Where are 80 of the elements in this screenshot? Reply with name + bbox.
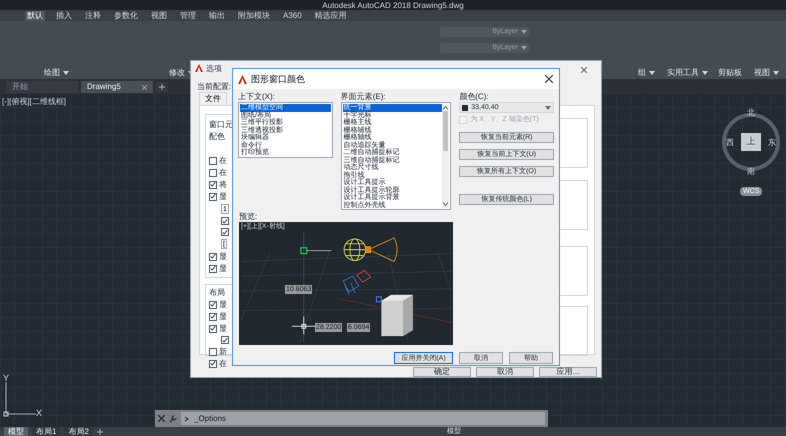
- ribbon-tab[interactable]: 管理: [178, 10, 198, 20]
- checkbox-label: 在: [219, 156, 227, 165]
- compass-label[interactable]: 东: [768, 138, 776, 146]
- preview-label: 预览:: [239, 212, 258, 221]
- dialog-title: 选项: [206, 64, 222, 72]
- app-logo-icon: [238, 74, 247, 84]
- list-label: 界面元素(E):: [340, 92, 387, 101]
- scroll-down-icon[interactable]: [443, 202, 448, 206]
- compass-label[interactable]: 西: [726, 138, 734, 146]
- dialog-title: 图形窗口颜色: [251, 74, 305, 84]
- checkbox[interactable]: [209, 348, 217, 356]
- scroll-up-icon[interactable]: [443, 106, 448, 110]
- dialog-button[interactable]: 确定: [413, 367, 471, 377]
- field-label: 颜色(C):: [459, 92, 490, 101]
- new-tab-button[interactable]: [156, 82, 168, 92]
- field-label: 配色: [209, 132, 226, 141]
- profile-label: 当前配置:: [197, 81, 232, 93]
- ribbon-tab[interactable]: A360: [281, 10, 304, 20]
- viewport-label[interactable]: [-][俯视][二维线框]: [2, 97, 66, 107]
- checkbox-label: 显: [219, 312, 227, 321]
- layout-tab[interactable]: 布局2: [64, 427, 93, 436]
- checkbox-label: 在: [219, 359, 227, 368]
- checkbox[interactable]: [209, 264, 217, 272]
- ribbon-panel-title[interactable]: 绘图: [44, 67, 69, 79]
- checkbox-label: 显: [219, 264, 227, 273]
- ribbon-panel-title[interactable]: 实用工具: [667, 67, 708, 79]
- plus-icon[interactable]: [96, 428, 103, 434]
- ribbon-panel-title[interactable]: 剪贴板: [718, 67, 742, 79]
- dialog-button[interactable]: 取消: [476, 367, 534, 377]
- document-tab[interactable]: Drawing5: [81, 81, 153, 93]
- checkbox[interactable]: [209, 168, 217, 176]
- close-icon[interactable]: [545, 75, 553, 83]
- options-tab[interactable]: 文件: [199, 92, 227, 106]
- checkbox-label: 显: [219, 192, 227, 201]
- checkbox[interactable]: [209, 192, 217, 200]
- checkbox[interactable]: [209, 180, 217, 188]
- plus-icon: [159, 84, 165, 90]
- layout-tab[interactable]: 布局1: [32, 427, 60, 436]
- checkbox[interactable]: [221, 228, 229, 236]
- checkbox[interactable]: [209, 360, 217, 368]
- viewcube-face[interactable]: 上: [741, 133, 761, 151]
- ribbon-tab[interactable]: 默认: [25, 10, 45, 20]
- checkbox-label: 显: [219, 324, 227, 333]
- caret-icon: [521, 30, 527, 34]
- checkbox[interactable]: [221, 217, 229, 225]
- ribbon-tab[interactable]: 输出: [207, 10, 227, 20]
- checkbox[interactable]: [209, 312, 217, 320]
- list-label: 上下文(X):: [238, 92, 276, 101]
- ribbon-tab[interactable]: 注释: [83, 10, 103, 20]
- app-logo-icon: [195, 64, 203, 72]
- checkbox-label: 新: [219, 347, 227, 356]
- ribbon-tab[interactable]: 参数化: [112, 10, 140, 20]
- checkbox-label: 显: [219, 300, 227, 309]
- caret-icon: [521, 46, 527, 50]
- ribbon-tab[interactable]: 附加模块: [236, 10, 272, 20]
- wrench-icon[interactable]: [169, 414, 177, 422]
- checkbox[interactable]: [209, 156, 217, 164]
- compass-label[interactable]: 南: [747, 167, 755, 176]
- checkbox[interactable]: [209, 324, 217, 332]
- window-title: Autodesk AutoCAD 2018 Drawing5.dwg: [322, 0, 464, 10]
- ribbon-panel-title[interactable]: 组: [638, 67, 655, 79]
- dialog-button[interactable]: 应用...: [539, 367, 597, 377]
- compass-label[interactable]: 北: [747, 108, 755, 117]
- group-title: 布局: [209, 288, 226, 297]
- caret-icon: [545, 106, 551, 110]
- scrollbar[interactable]: [442, 104, 450, 208]
- checkbox-label: 显: [219, 252, 227, 261]
- ribbon-panel-title[interactable]: 视图: [754, 67, 779, 79]
- checkbox[interactable]: [221, 336, 229, 344]
- command-input[interactable]: _Options: [181, 412, 545, 425]
- ribbon-tab[interactable]: 视图: [149, 10, 169, 20]
- layout-tab[interactable]: 模型: [4, 427, 28, 436]
- document-tab[interactable]: 开始: [6, 81, 78, 93]
- checkbox-label: 在: [219, 168, 227, 177]
- prompt-icon: [183, 414, 191, 422]
- checkbox[interactable]: [209, 252, 217, 260]
- ribbon-tab[interactable]: 插入: [54, 10, 74, 20]
- ribbon-tab[interactable]: 精选应用: [312, 10, 349, 20]
- checkbox[interactable]: [209, 300, 217, 308]
- checkbox-label: 将: [219, 180, 227, 189]
